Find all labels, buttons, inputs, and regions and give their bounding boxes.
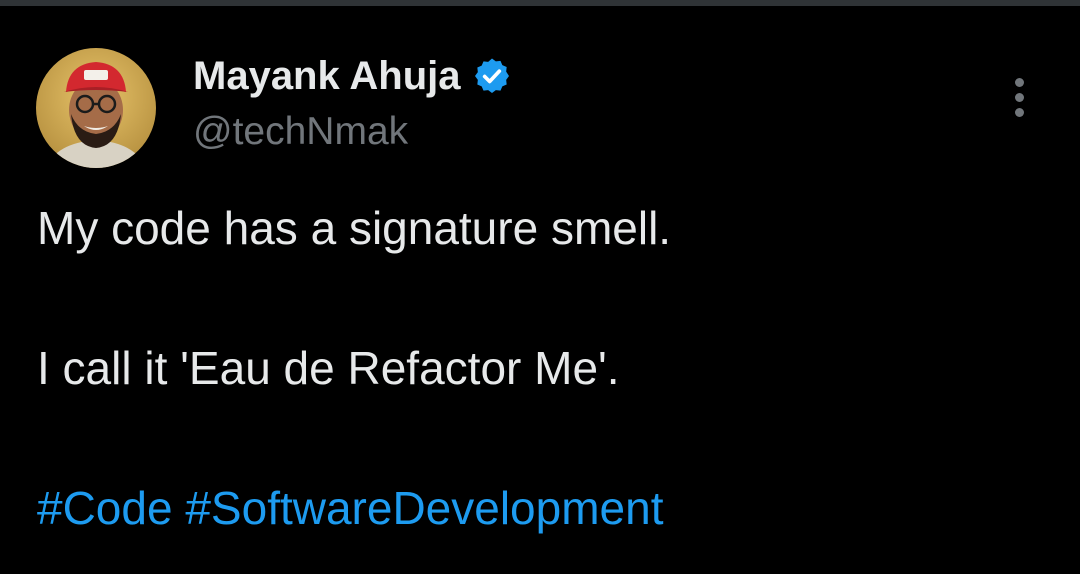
author-row: Mayank Ahuja bbox=[193, 52, 512, 100]
tweet-card: Mayank Ahuja @techNmak My code has a sig… bbox=[0, 6, 1080, 574]
verified-badge-icon bbox=[472, 56, 512, 96]
avatar-image bbox=[36, 48, 156, 168]
tweet-text-line: My code has a signature smell. bbox=[37, 202, 672, 254]
hashtag-link[interactable]: #Code bbox=[37, 482, 173, 534]
avatar[interactable] bbox=[36, 48, 156, 168]
author-display-name[interactable]: Mayank Ahuja bbox=[193, 54, 460, 99]
author-handle[interactable]: @techNmak bbox=[193, 110, 408, 154]
hashtag-link[interactable]: #SoftwareDevelopment bbox=[185, 482, 663, 534]
hashtags-row: #Code #SoftwareDevelopment bbox=[37, 481, 664, 535]
tweet-text-line: I call it 'Eau de Refactor Me'. bbox=[37, 342, 620, 394]
more-vertical-icon[interactable] bbox=[1000, 74, 1040, 122]
